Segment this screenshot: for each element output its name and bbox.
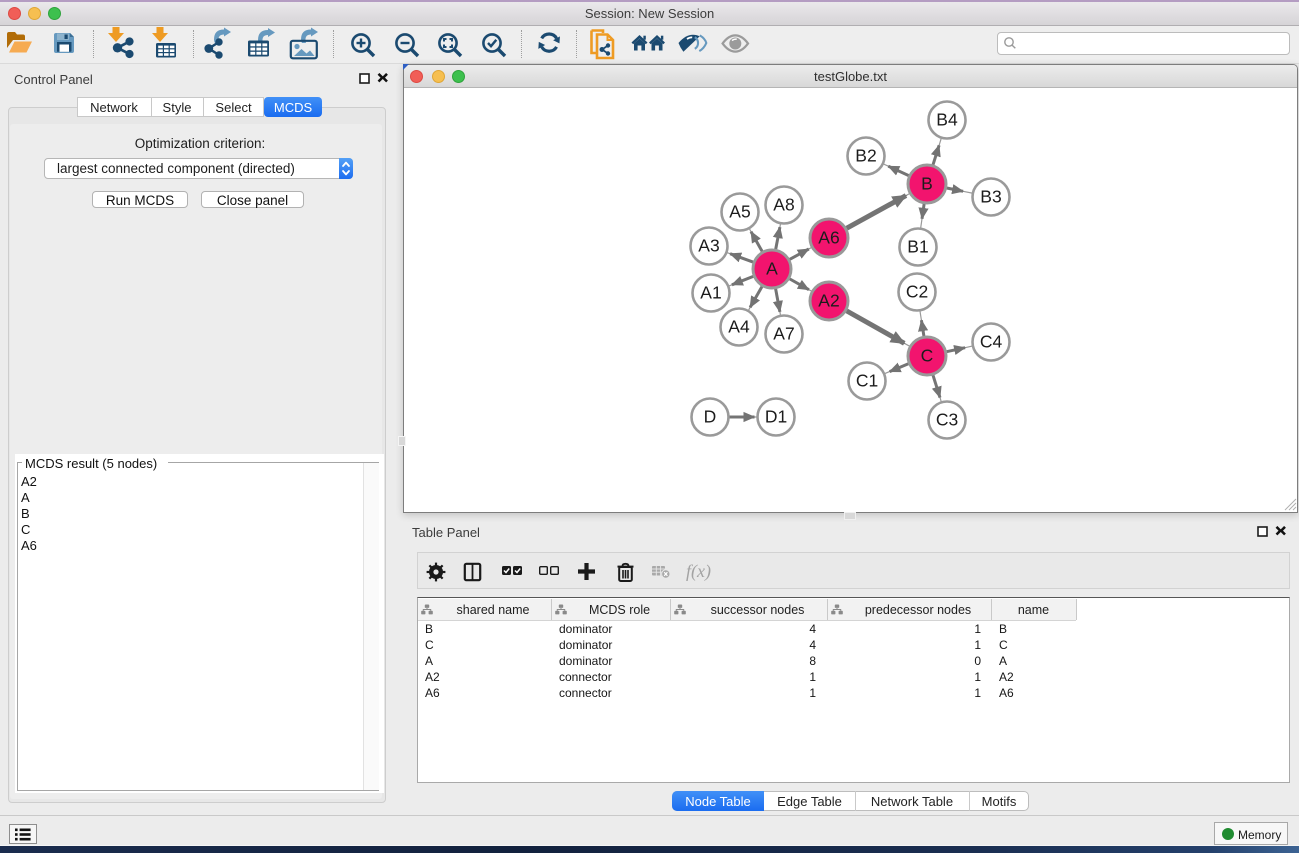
svg-text:D1: D1 [765, 407, 787, 427]
svg-text:A7: A7 [773, 324, 794, 344]
svg-text:A: A [766, 259, 778, 279]
svg-text:A8: A8 [773, 195, 794, 215]
svg-text:C3: C3 [936, 410, 958, 430]
svg-text:B2: B2 [855, 146, 876, 166]
svg-text:A3: A3 [698, 236, 719, 256]
svg-text:C1: C1 [856, 371, 878, 391]
svg-text:D: D [704, 407, 717, 427]
svg-text:A1: A1 [700, 283, 721, 303]
svg-text:B3: B3 [980, 187, 1001, 207]
svg-text:C4: C4 [980, 332, 1003, 352]
svg-text:B1: B1 [907, 237, 928, 257]
svg-text:B4: B4 [936, 110, 958, 130]
svg-text:C: C [921, 346, 934, 366]
svg-text:C2: C2 [906, 282, 928, 302]
svg-text:B: B [921, 174, 933, 194]
svg-text:A4: A4 [728, 317, 750, 337]
svg-text:A2: A2 [818, 291, 839, 311]
svg-text:A6: A6 [818, 228, 839, 248]
svg-text:A5: A5 [729, 202, 750, 222]
